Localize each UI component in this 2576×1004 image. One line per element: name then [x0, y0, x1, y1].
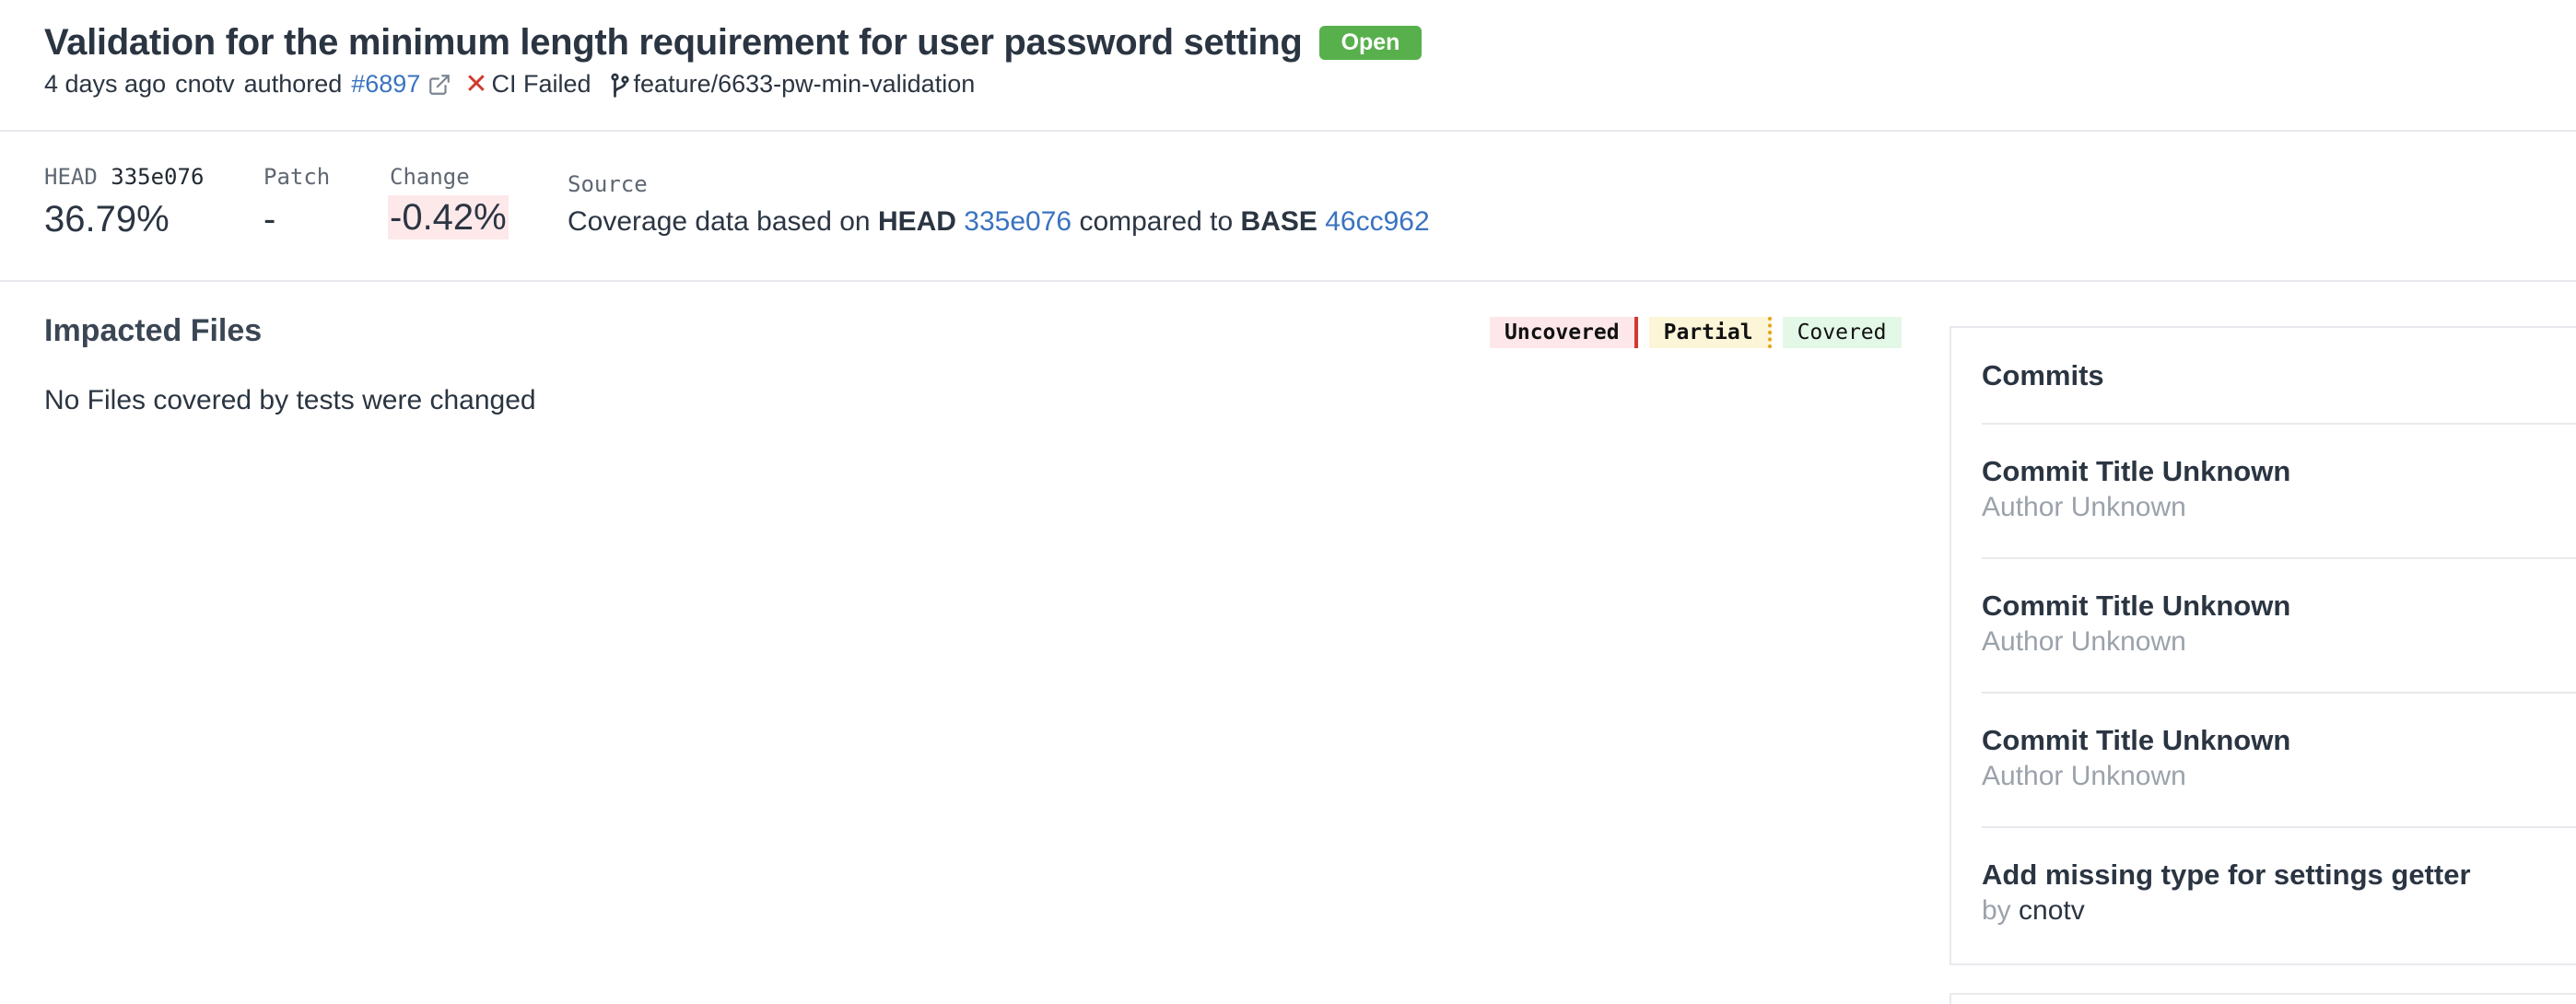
- pull-meta-row: 4 days ago cnotv authored #6897 ✕ CI Fai…: [44, 68, 975, 100]
- source-description: Coverage data based on HEAD 335e076 comp…: [568, 206, 1430, 237]
- coverage-legend: Uncovered Partial Covered: [1490, 317, 1902, 348]
- commit-divider: [1982, 692, 2576, 694]
- header-divider: [0, 130, 2576, 132]
- legend-partial[interactable]: Partial: [1648, 317, 1772, 348]
- change-value: -0.42%: [388, 195, 509, 239]
- ci-status: CI Failed: [491, 70, 591, 98]
- legend-covered[interactable]: Covered: [1782, 317, 1902, 348]
- pull-number-link[interactable]: #6897: [351, 70, 420, 99]
- commit-author: Author Unknown: [1982, 626, 2186, 657]
- commit-divider: [1982, 423, 2576, 425]
- authored-label: authored: [243, 70, 343, 98]
- head-coverage-value: 36.79%: [44, 199, 170, 239]
- status-badge: Open: [1318, 26, 1423, 60]
- commit-divider: [1982, 826, 2576, 828]
- change-label: Change: [390, 164, 470, 190]
- commit-author: Author Unknown: [1982, 492, 2186, 522]
- commit-title[interactable]: Add missing type for settings getter: [1982, 858, 2471, 892]
- source-label: Source: [568, 171, 648, 197]
- commit-title[interactable]: Commit Title Unknown: [1982, 724, 2290, 757]
- commits-heading: Commits: [1982, 359, 2104, 391]
- base-commit-link[interactable]: 46cc962: [1325, 206, 1429, 237]
- head-sha: 335e076: [111, 164, 205, 190]
- title-row: Validation for the minimum length requir…: [44, 22, 1423, 64]
- impacted-files-title: Impacted Files: [44, 313, 263, 348]
- page-title: Validation for the minimum length requir…: [44, 22, 1303, 63]
- external-link-icon[interactable]: [427, 73, 451, 97]
- commit-divider: [1982, 557, 2576, 559]
- close-icon: ✕: [464, 69, 488, 99]
- commit-author-name[interactable]: cnotv: [2019, 895, 2085, 926]
- next-panel-edge: [1950, 993, 2576, 1004]
- pull-author[interactable]: cnotv: [175, 70, 235, 99]
- legend-uncovered[interactable]: Uncovered: [1490, 317, 1638, 348]
- by-label: by: [1982, 895, 2011, 926]
- time-ago: 4 days ago: [44, 70, 167, 98]
- summary-divider: [0, 280, 2576, 282]
- patch-value: -: [263, 199, 276, 239]
- git-branch-icon: [610, 72, 630, 98]
- branch-name: feature/6633-pw-min-validation: [633, 70, 976, 98]
- head-label: HEAD 335e076: [44, 164, 205, 190]
- head-commit-link[interactable]: 335e076: [964, 206, 1071, 237]
- empty-state-message: No Files covered by tests were changed: [44, 385, 536, 415]
- patch-label: Patch: [263, 164, 331, 190]
- commit-author: Author Unknown: [1982, 761, 2186, 791]
- commit-title[interactable]: Commit Title Unknown: [1982, 455, 2290, 488]
- commit-title[interactable]: Commit Title Unknown: [1982, 590, 2290, 623]
- commit-author: by cnotv: [1982, 895, 2085, 927]
